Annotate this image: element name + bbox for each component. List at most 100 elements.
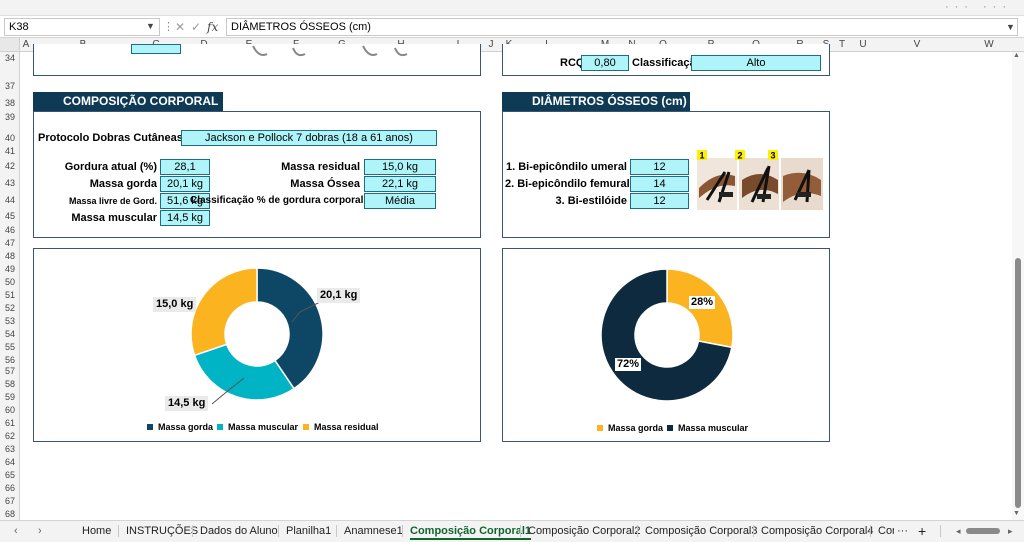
- row-header-51[interactable]: 51: [0, 290, 20, 300]
- tab-composição-corporal3[interactable]: Composição Corporal3: [645, 522, 758, 540]
- legend-label: Massa residual: [314, 422, 379, 432]
- row-header-49[interactable]: 49: [0, 264, 20, 274]
- scroll-down-icon[interactable]: ▼: [1013, 510, 1020, 517]
- donut-chart-composicao[interactable]: [187, 264, 327, 404]
- legend-swatch: [303, 424, 309, 430]
- formula-input[interactable]: DIÂMETROS ÓSSEOS (cm): [226, 18, 1018, 36]
- composicao-title[interactable]: COMPOSIÇÃO CORPORAL: [33, 92, 223, 111]
- data-label-massa-residual: 15,0 kg: [153, 297, 197, 312]
- partial-value-cell[interactable]: [131, 44, 181, 54]
- tab-composição-corporal2[interactable]: Composição Corporal2: [528, 522, 641, 540]
- hscroll-left-icon[interactable]: ◂: [956, 522, 961, 540]
- row-header-52[interactable]: 52: [0, 303, 20, 313]
- row-header-65[interactable]: 65: [0, 470, 20, 480]
- legend-swatch: [667, 425, 673, 431]
- row-header-53[interactable]: 53: [0, 316, 20, 326]
- row-header-63[interactable]: 63: [0, 444, 20, 454]
- chevron-down-icon[interactable]: ▼: [146, 18, 158, 36]
- diametros-title[interactable]: DIÂMETROS ÓSSEOS (cm): [502, 92, 690, 111]
- insert-function-icon[interactable]: fx: [207, 18, 218, 36]
- more-tabs-icon[interactable]: ···: [897, 522, 908, 540]
- row-header-40[interactable]: 40: [0, 133, 20, 143]
- row-header-61[interactable]: 61: [0, 418, 20, 428]
- tab-separator: [336, 525, 337, 537]
- diametro-value-2[interactable]: 14: [630, 176, 689, 192]
- protocolo-value[interactable]: Jackson e Pollock 7 dobras (18 a 61 anos…: [181, 130, 437, 146]
- hscroll-right-icon[interactable]: ▸: [1008, 522, 1013, 540]
- column-header-u[interactable]: U: [853, 38, 873, 52]
- tab-home[interactable]: Home: [82, 522, 111, 540]
- cancel-icon[interactable]: ✕: [175, 19, 185, 35]
- legend-item-massa-muscular: Massa muscular: [217, 421, 298, 433]
- row-header-60[interactable]: 60: [0, 405, 20, 415]
- row-header-47[interactable]: 47: [0, 238, 20, 248]
- tab-nav-right-icon[interactable]: ›: [38, 522, 42, 540]
- row-header-59[interactable]: 59: [0, 392, 20, 402]
- diametro-label-1: 1. Bi-epicôndilo umeral: [505, 161, 627, 173]
- classificacao-gordura-value[interactable]: Média: [364, 193, 436, 209]
- massa-residual-value[interactable]: 15,0 kg: [364, 159, 436, 175]
- row-header-50[interactable]: 50: [0, 277, 20, 287]
- tab-cor[interactable]: Cor: [878, 522, 894, 540]
- row-header-56[interactable]: 56: [0, 355, 20, 365]
- vertical-scroll-thumb[interactable]: [1015, 258, 1021, 508]
- window-controls[interactable]: ··· ···: [945, 1, 1012, 13]
- tab-instruções[interactable]: INSTRUÇÕES: [126, 522, 198, 540]
- data-label-pct-muscular: 72%: [615, 358, 642, 371]
- massa-ossea-value[interactable]: 22,1 kg: [364, 176, 436, 192]
- photo-marker-1: 1: [699, 151, 704, 161]
- rcq-value[interactable]: 0,80: [581, 55, 629, 71]
- massa-ossea-label: Massa Óssea: [290, 178, 360, 190]
- row-header-54[interactable]: 54: [0, 329, 20, 339]
- legend-label: Massa muscular: [678, 423, 749, 433]
- horizontal-scroll-thumb[interactable]: [966, 528, 1000, 534]
- massa-residual-label: Massa residual: [281, 161, 360, 173]
- data-label-massa-muscular: 14,5 kg: [165, 396, 209, 411]
- row-header-42[interactable]: 42: [0, 161, 20, 171]
- row-header-48[interactable]: 48: [0, 251, 20, 261]
- row-header-64[interactable]: 64: [0, 457, 20, 467]
- row-header-55[interactable]: 55: [0, 342, 20, 352]
- row-header-68[interactable]: 68: [0, 509, 20, 519]
- classificacao-value[interactable]: Alto: [691, 55, 821, 71]
- row-header-46[interactable]: 46: [0, 225, 20, 235]
- row-header-34[interactable]: 34: [0, 53, 20, 63]
- row-header-38[interactable]: 38: [0, 98, 20, 108]
- column-header-w[interactable]: W: [979, 38, 999, 52]
- tab-nav-left-icon[interactable]: ‹: [14, 522, 18, 540]
- more-vertical-icon[interactable]: ⋮: [163, 19, 174, 35]
- row-header-44[interactable]: 44: [0, 195, 20, 205]
- legend-label: Massa muscular: [228, 422, 299, 432]
- column-header-v[interactable]: V: [907, 38, 927, 52]
- column-header-j[interactable]: J: [481, 38, 501, 52]
- donut-chart-gordura[interactable]: [597, 265, 737, 405]
- row-header-45[interactable]: 45: [0, 211, 20, 221]
- row-header-43[interactable]: 43: [0, 178, 20, 188]
- add-sheet-icon[interactable]: +: [918, 522, 926, 540]
- row-header-58[interactable]: 58: [0, 379, 20, 389]
- data-label-massa-gorda: 20,1 kg: [317, 288, 361, 303]
- row-header-62[interactable]: 62: [0, 431, 20, 441]
- row-header-37[interactable]: 37: [0, 81, 20, 91]
- massa-muscular-value[interactable]: 14,5 kg: [160, 210, 210, 226]
- tab-composição-corporal1[interactable]: Composição Corporal1: [410, 522, 532, 540]
- donut-slice-massa-residual[interactable]: [190, 267, 258, 357]
- tab-separator: [402, 525, 403, 537]
- row-header-41[interactable]: 41: [0, 146, 20, 156]
- tab-planilha1[interactable]: Planilha1: [286, 522, 331, 540]
- enter-icon[interactable]: ✓: [191, 19, 201, 35]
- column-header-t[interactable]: T: [832, 38, 852, 52]
- row-header-66[interactable]: 66: [0, 483, 20, 493]
- tab-composição-corporal4[interactable]: Composição Corporal4: [761, 522, 874, 540]
- name-box[interactable]: K38: [4, 18, 160, 36]
- diametro-value-1[interactable]: 12: [630, 159, 689, 175]
- row-header-57[interactable]: 57: [0, 366, 20, 376]
- row-header-39[interactable]: 39: [0, 112, 20, 122]
- expand-formula-icon[interactable]: ▼: [1006, 18, 1015, 36]
- diametro-value-3[interactable]: 12: [630, 193, 689, 209]
- tab-dados-do-aluno[interactable]: Dados do Aluno: [200, 522, 278, 540]
- tab-anamnese1[interactable]: Anamnese1: [344, 522, 403, 540]
- row-header-67[interactable]: 67: [0, 496, 20, 506]
- scroll-up-icon[interactable]: ▲: [1013, 52, 1020, 59]
- tab-separator: [940, 525, 941, 537]
